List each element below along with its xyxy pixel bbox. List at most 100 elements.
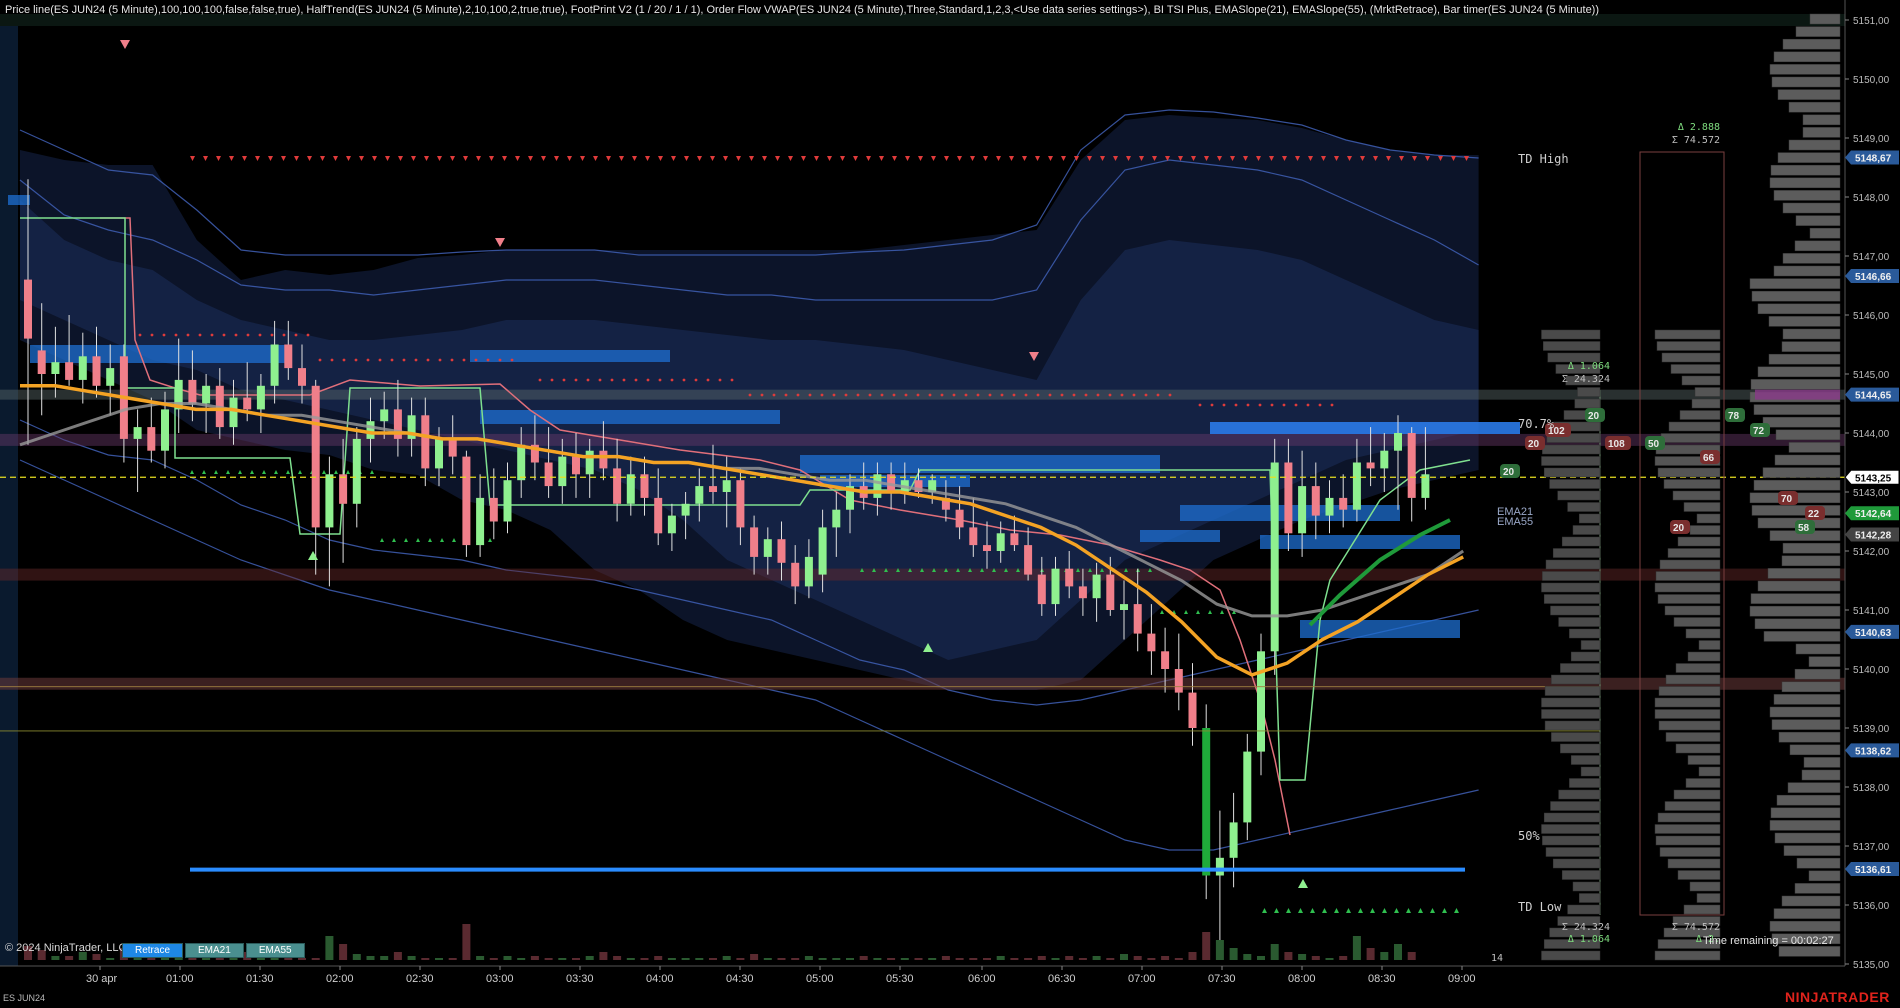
volume-profile-bar <box>1681 375 1721 386</box>
right-delta-top: Δ 2.888 <box>1677 122 1720 133</box>
halftrend-dot <box>282 333 286 337</box>
halftrend-dot <box>1294 403 1298 407</box>
halftrend-dot <box>1048 393 1052 397</box>
volume-profile-bar <box>1654 329 1721 340</box>
volume-bar <box>695 958 704 960</box>
left-sigma-top: Σ 24.324 <box>1561 374 1610 385</box>
volume-profile-bar <box>1782 328 1841 340</box>
volume-bar <box>544 958 553 960</box>
candle-body <box>1243 751 1252 823</box>
footprint-box-label: 70 <box>1781 494 1793 505</box>
volume-bar <box>1010 958 1019 960</box>
tab-retrace[interactable]: Retrace <box>122 943 184 958</box>
volume-bar <box>393 952 402 960</box>
candle-body <box>229 397 238 428</box>
volume-profile-bar <box>1774 832 1841 844</box>
tab-ema21[interactable]: EMA21 <box>185 943 244 958</box>
candle-body <box>51 362 60 374</box>
time-tick-label: 04:30 <box>726 973 754 985</box>
candle-body <box>791 562 800 587</box>
volume-bar <box>1325 958 1334 960</box>
volume-bar <box>517 958 526 960</box>
volume-profile-bar <box>1778 731 1841 743</box>
tab-ema55[interactable]: EMA55 <box>245 943 305 958</box>
halftrend-dot <box>390 358 394 362</box>
candle-body <box>1133 604 1142 634</box>
volume-profile-bar <box>1771 76 1841 88</box>
volume-bar <box>640 958 649 960</box>
price-tick-label: 5143,00 <box>1853 488 1890 499</box>
candle-body <box>1051 568 1060 605</box>
volume-profile-bar <box>1802 127 1841 138</box>
volume-profile-bar <box>1769 920 1841 932</box>
volume-bar <box>1174 958 1183 960</box>
volume-profile-bar <box>1808 656 1841 667</box>
volume-profile-bar <box>1787 782 1841 793</box>
volume-bar <box>1352 936 1361 960</box>
volume-bar <box>1311 956 1320 960</box>
price-tick-label: 5141,00 <box>1853 606 1890 617</box>
volume-profile-bar <box>1658 686 1721 696</box>
volume-profile-bar <box>1762 416 1841 428</box>
volume-bar <box>599 952 608 960</box>
instrument-label: ES JUN24 <box>3 993 46 1003</box>
volume-profile-bar <box>1569 628 1601 639</box>
halftrend-dot <box>1072 393 1076 397</box>
candle-body <box>1380 450 1389 469</box>
volume-profile-bar <box>1567 904 1601 915</box>
footprint-box-label: 108 <box>1608 439 1625 450</box>
volume-profile-bar <box>1687 755 1721 765</box>
liquidity-block <box>1260 535 1460 549</box>
chart-canvas[interactable]: 20 787210220 108 506620702220 585151,005150,… <box>0 0 1900 1008</box>
volume-profile-bar <box>1654 824 1721 834</box>
candle-body <box>1298 486 1307 534</box>
candle-body <box>709 486 717 492</box>
volume-profile-bar <box>1769 177 1841 189</box>
volume-profile-bar <box>1550 801 1601 811</box>
candle-body <box>599 450 608 469</box>
volume-profile-bar <box>1801 769 1841 781</box>
halftrend-dot <box>844 393 848 397</box>
volume-profile-bar <box>1667 858 1721 869</box>
candle-body <box>188 379 197 404</box>
volume-profile-bar <box>1691 398 1721 409</box>
volume-profile-bar <box>1794 668 1841 680</box>
halftrend-dot <box>682 378 686 382</box>
volume-profile-bar <box>1543 341 1601 351</box>
halftrend-dot <box>1168 393 1172 397</box>
volume-profile-bar <box>1781 681 1841 693</box>
volume-profile-bar <box>1557 490 1601 501</box>
candle-body <box>1311 486 1320 516</box>
volume-bar <box>1202 932 1211 960</box>
volume-profile-bar <box>1679 410 1721 420</box>
volume-profile-bar <box>1796 857 1841 869</box>
volume-profile-bar <box>1567 502 1601 512</box>
volume-profile-bar <box>1570 651 1601 662</box>
volume-bar <box>928 958 937 960</box>
halftrend-dot <box>258 333 262 337</box>
volume-profile-bar <box>1782 542 1841 554</box>
footprint-box-label: 72 <box>1753 426 1765 437</box>
candle-body <box>517 444 526 481</box>
candle-body <box>1366 462 1375 469</box>
footprint-box-label: 20 <box>1588 411 1600 422</box>
volume-bar <box>489 958 498 960</box>
volume-profile-bar <box>1558 789 1601 800</box>
halftrend-dot <box>1222 403 1226 407</box>
candle-body <box>243 397 252 410</box>
halftrend-dot <box>498 358 502 362</box>
candle-body <box>695 486 704 504</box>
halftrend-dot <box>1144 393 1148 397</box>
time-tick-label: 01:30 <box>246 973 274 985</box>
price-tick-label: 5150,00 <box>1853 75 1890 86</box>
halftrend-dot <box>438 358 442 362</box>
halftrend-dot <box>354 358 358 362</box>
volume-bar <box>462 924 471 960</box>
volume-profile-bar <box>1569 778 1601 788</box>
halftrend-dot <box>366 358 370 362</box>
price-tick-label: 5145,00 <box>1853 370 1890 381</box>
halftrend-dot <box>952 393 956 397</box>
candle-body <box>955 509 964 528</box>
volume-profile-bar <box>1781 341 1841 352</box>
candle-body <box>298 368 306 386</box>
